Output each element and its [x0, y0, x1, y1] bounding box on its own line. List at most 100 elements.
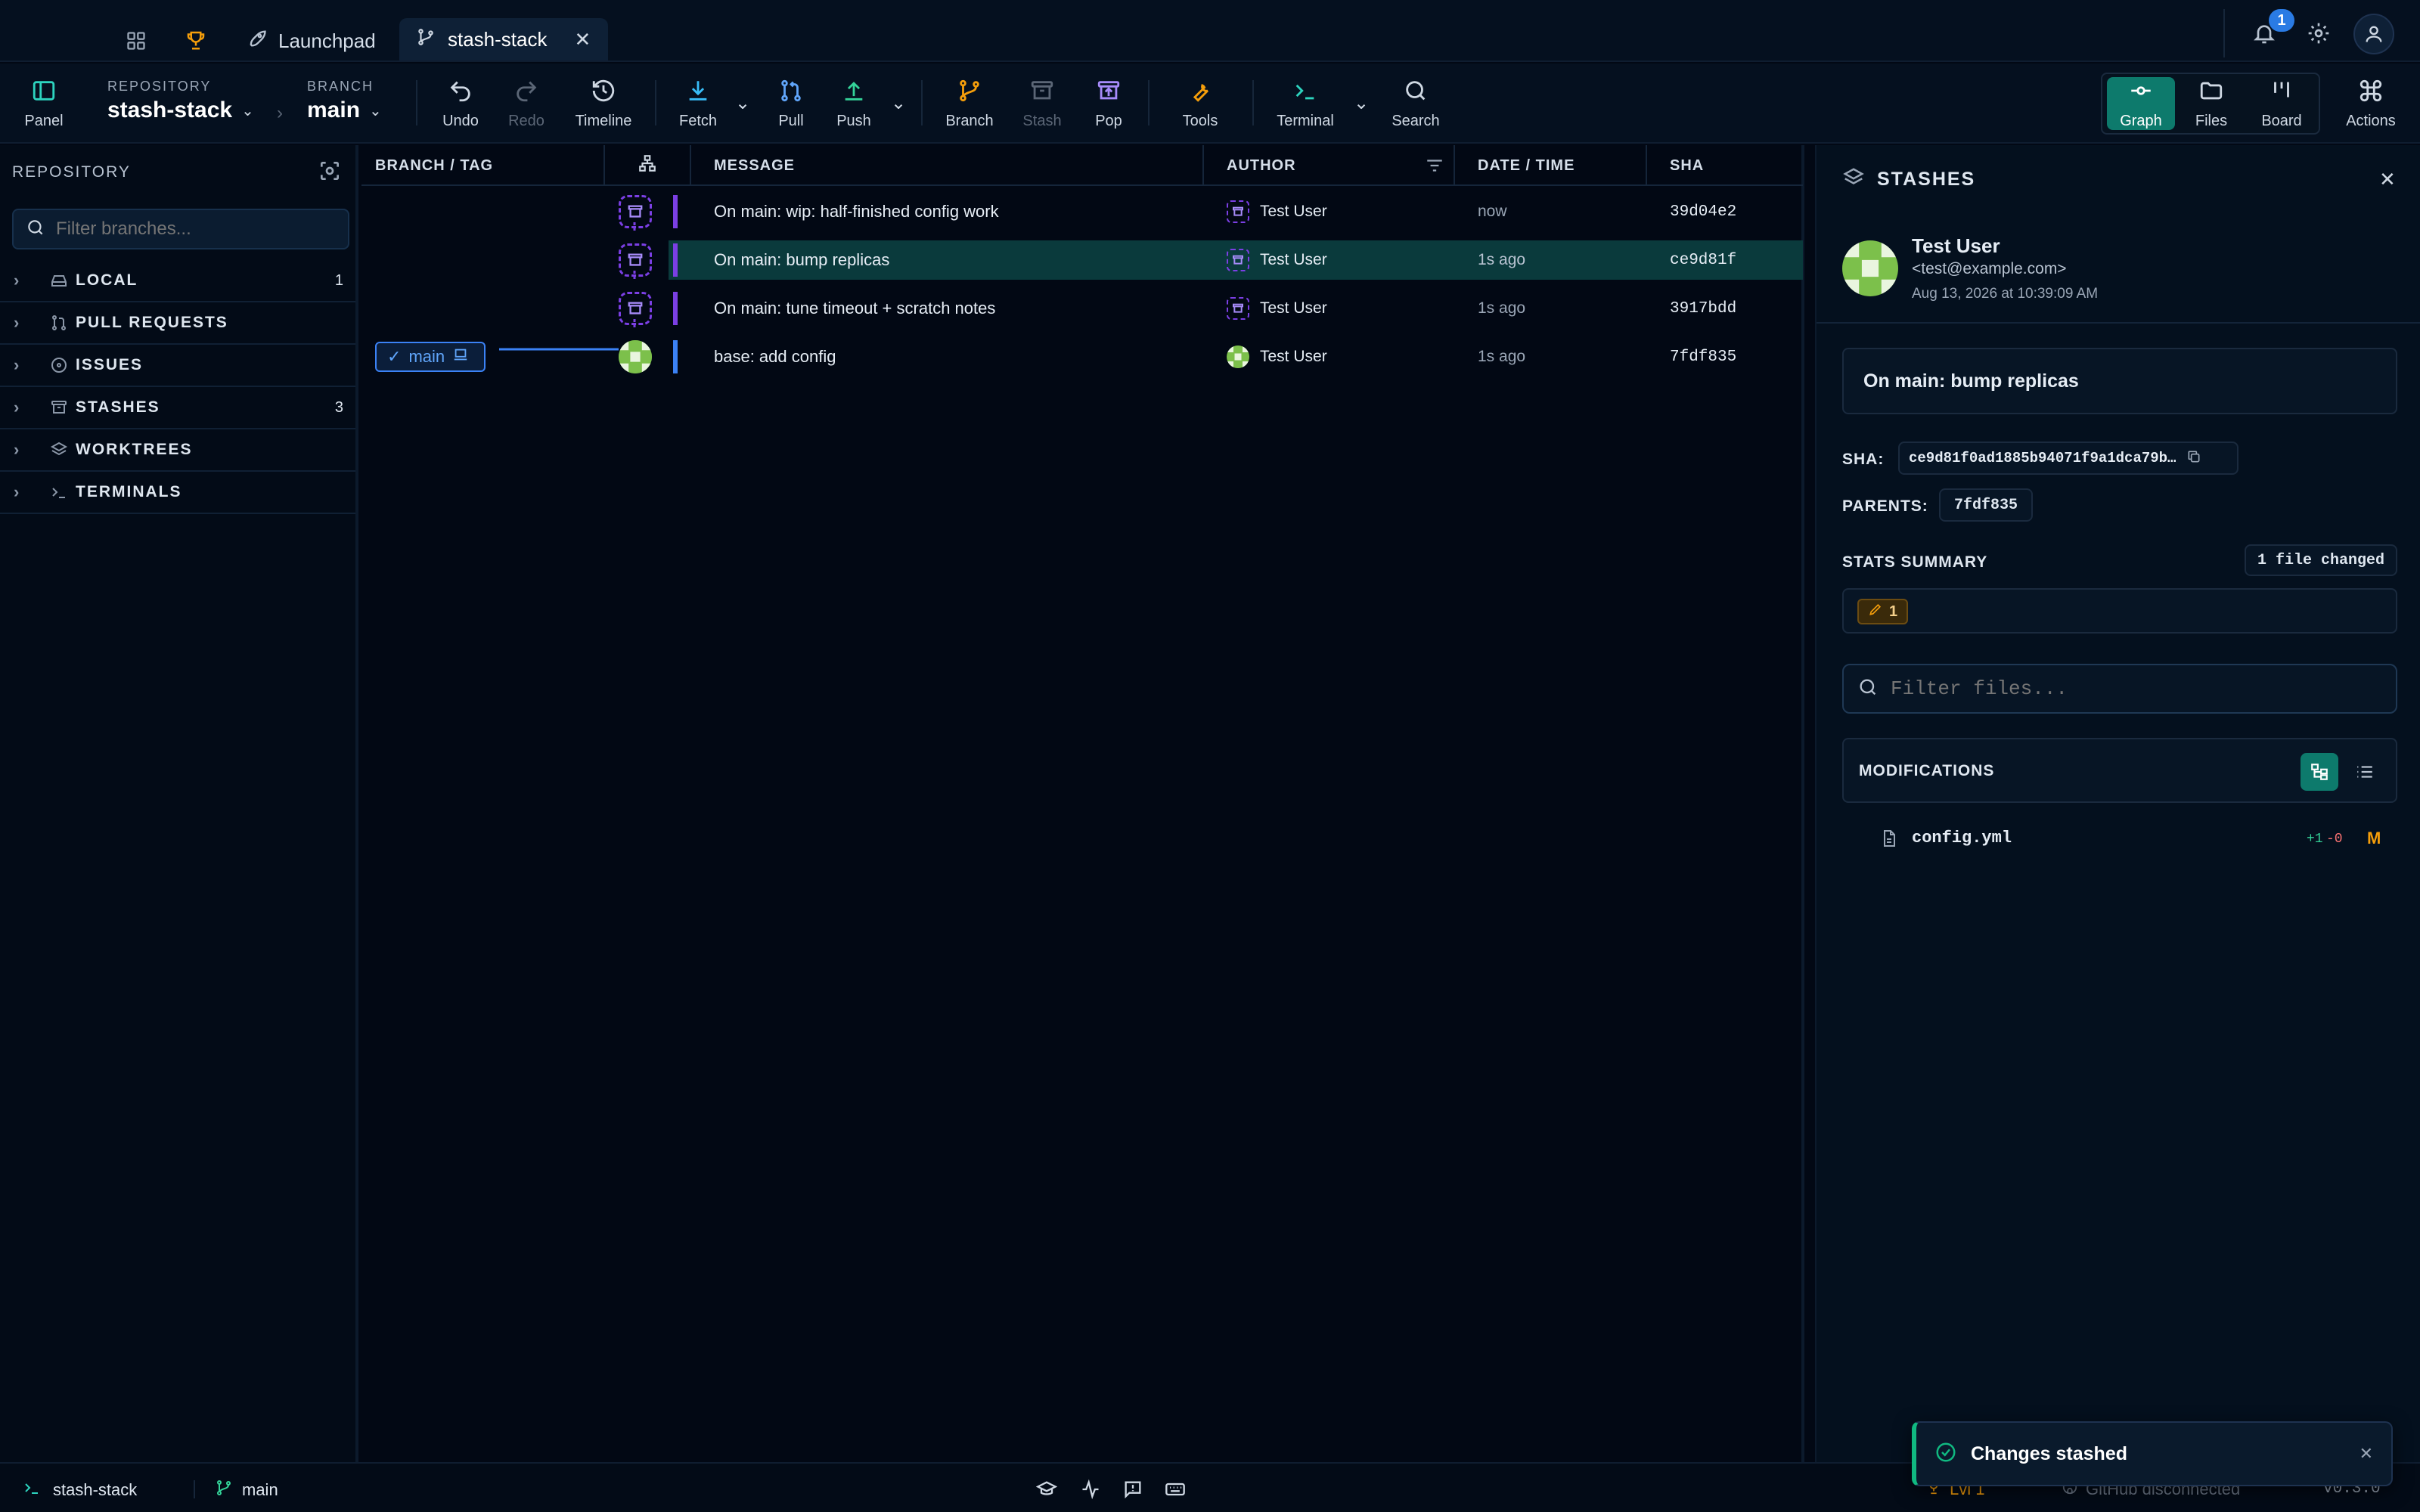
gear-icon[interactable]: [2307, 21, 2332, 47]
layers-icon: [50, 441, 76, 459]
stash-label: Stash: [1022, 112, 1062, 129]
redo-label: Redo: [508, 112, 544, 129]
user-avatar-button[interactable]: [2353, 14, 2394, 54]
repository-sidebar: REPOSITORY › LOCAL 1 › PULL REQUESTS › I…: [0, 145, 358, 1462]
section-label: PULL REQUESTS: [76, 314, 228, 331]
activity-icon[interactable]: [1080, 1479, 1101, 1504]
branch-button[interactable]: Branch: [941, 64, 998, 144]
graph-view-button[interactable]: Graph: [2107, 77, 2175, 130]
undo-icon: [448, 78, 473, 108]
filter-branches-input[interactable]: [56, 218, 343, 240]
tab-stash-stack[interactable]: stash-stack ✕: [399, 18, 608, 60]
divider: [194, 1480, 195, 1498]
sidebar-item-worktrees[interactable]: › WORKTREES: [0, 429, 355, 472]
commit-sha: 39d04e2: [1670, 203, 1737, 221]
table-row[interactable]: On main: tune timeout + scratch notes Te…: [361, 289, 1803, 328]
parents-label: PARENTS:: [1842, 497, 1928, 515]
status-branch[interactable]: main: [215, 1479, 278, 1501]
stash-button[interactable]: Stash: [1018, 64, 1066, 144]
chevron-down-icon: ⌄: [369, 102, 382, 119]
focus-icon[interactable]: [318, 159, 345, 186]
sidebar-item-local[interactable]: › LOCAL 1: [0, 260, 355, 302]
keyboard-icon[interactable]: [1165, 1479, 1186, 1504]
column-header-author[interactable]: AUTHOR: [1204, 145, 1455, 186]
tools-button[interactable]: Tools: [1166, 64, 1234, 144]
close-icon[interactable]: ✕: [2360, 1444, 2373, 1464]
sha-value-box[interactable]: ce9d81f0ad1885b94071f9a1dca79b…: [1898, 442, 2238, 475]
feedback-icon[interactable]: [1122, 1479, 1143, 1504]
search-button[interactable]: Search: [1387, 64, 1444, 144]
undo-button[interactable]: Undo: [436, 64, 486, 144]
board-view-button[interactable]: Board: [2248, 77, 2316, 130]
status-terminal-label: stash-stack: [53, 1480, 138, 1499]
sidebar-item-pull-requests[interactable]: › PULL REQUESTS: [0, 302, 355, 345]
fetch-button[interactable]: Fetch: [673, 64, 723, 144]
filter-files-box[interactable]: [1842, 664, 2397, 714]
row-marker: [673, 243, 678, 277]
filter-icon[interactable]: [1425, 156, 1444, 180]
tab-launchpad[interactable]: Launchpad: [247, 23, 376, 59]
chevron-right-icon: ›: [14, 482, 21, 501]
list-icon: [2357, 766, 2372, 778]
sidebar-item-stashes[interactable]: › STASHES 3: [0, 387, 355, 429]
copy-icon[interactable]: [2186, 449, 2201, 468]
push-button[interactable]: Push: [829, 64, 879, 144]
push-options-chevron-icon[interactable]: ⌄: [891, 92, 906, 114]
file-row[interactable]: config.yml +1 -0 M: [1842, 820, 2397, 857]
column-header-branch[interactable]: BRANCH / TAG: [361, 145, 605, 186]
column-header-graph[interactable]: [605, 145, 691, 186]
branch-tag-label: main: [408, 347, 445, 366]
grid-icon[interactable]: [124, 29, 148, 53]
table-row[interactable]: On main: bump replicas Test User 1s ago …: [669, 240, 1803, 280]
list-view-toggle[interactable]: [2346, 753, 2384, 791]
redo-button[interactable]: Redo: [502, 64, 551, 144]
history-icon: [591, 78, 616, 108]
close-icon[interactable]: ✕: [575, 28, 591, 51]
table-row[interactable]: On main: wip: half-finished config work …: [361, 192, 1803, 231]
files-view-button[interactable]: Files: [2180, 77, 2243, 130]
author-avatar: [1842, 240, 1898, 296]
tree-icon: [2311, 764, 2328, 780]
section-label: STASHES: [76, 398, 160, 416]
filter-branches-box[interactable]: [12, 209, 349, 249]
tree-view-toggle[interactable]: [2301, 753, 2338, 791]
files-changed-badge: 1 file changed: [2245, 544, 2397, 576]
column-header-message[interactable]: MESSAGE: [691, 145, 1204, 186]
divider: [921, 80, 923, 125]
chevron-right-icon: ›: [14, 355, 21, 374]
branch-label-main[interactable]: ✓ main: [375, 342, 486, 372]
branch-caption: BRANCH: [307, 79, 374, 94]
pull-button[interactable]: Pull: [768, 64, 814, 144]
parent-sha[interactable]: 7fdf835: [1939, 488, 2033, 522]
fetch-options-chevron-icon[interactable]: ⌄: [735, 92, 750, 114]
trophy-icon[interactable]: [185, 29, 209, 53]
chevron-right-icon: ›: [14, 271, 21, 290]
timeline-button[interactable]: Timeline: [569, 64, 638, 144]
modifications-header: MODIFICATIONS: [1842, 738, 2397, 803]
pop-button[interactable]: Pop: [1086, 64, 1131, 144]
rocket-icon: [247, 28, 268, 54]
graph-header: BRANCH / TAG MESSAGE AUTHOR DATE / TIME …: [361, 145, 1803, 186]
divider: [1148, 80, 1150, 125]
pull-icon: [778, 78, 804, 108]
graduation-cap-icon[interactable]: [1035, 1479, 1058, 1504]
sidebar-item-terminals[interactable]: › TERMINALS: [0, 472, 355, 514]
status-terminal[interactable]: stash-stack: [23, 1479, 137, 1501]
branch-selector[interactable]: BRANCH main ⌄: [307, 79, 382, 132]
stash-node-icon: [619, 195, 652, 228]
terminal-options-chevron-icon[interactable]: ⌄: [1354, 92, 1369, 114]
terminal-button[interactable]: Terminal: [1270, 64, 1340, 144]
panel-button[interactable]: Panel: [18, 64, 70, 144]
column-header-date[interactable]: DATE / TIME: [1455, 145, 1647, 186]
table-row[interactable]: ✓ main base: add config Test User 1s ago…: [361, 337, 1803, 376]
actions-button[interactable]: Actions: [2337, 64, 2405, 144]
commit-date: 1s ago: [1478, 348, 1526, 365]
column-header-sha[interactable]: SHA: [1647, 145, 1803, 186]
repository-selector[interactable]: REPOSITORY stash-stack ⌄: [107, 79, 254, 132]
tab-label: Launchpad: [278, 29, 376, 52]
close-icon[interactable]: ✕: [2379, 168, 2396, 191]
filter-files-input[interactable]: [1891, 677, 2375, 700]
search-icon: [26, 218, 45, 241]
download-icon: [685, 78, 711, 108]
sidebar-item-issues[interactable]: › ISSUES: [0, 345, 355, 387]
